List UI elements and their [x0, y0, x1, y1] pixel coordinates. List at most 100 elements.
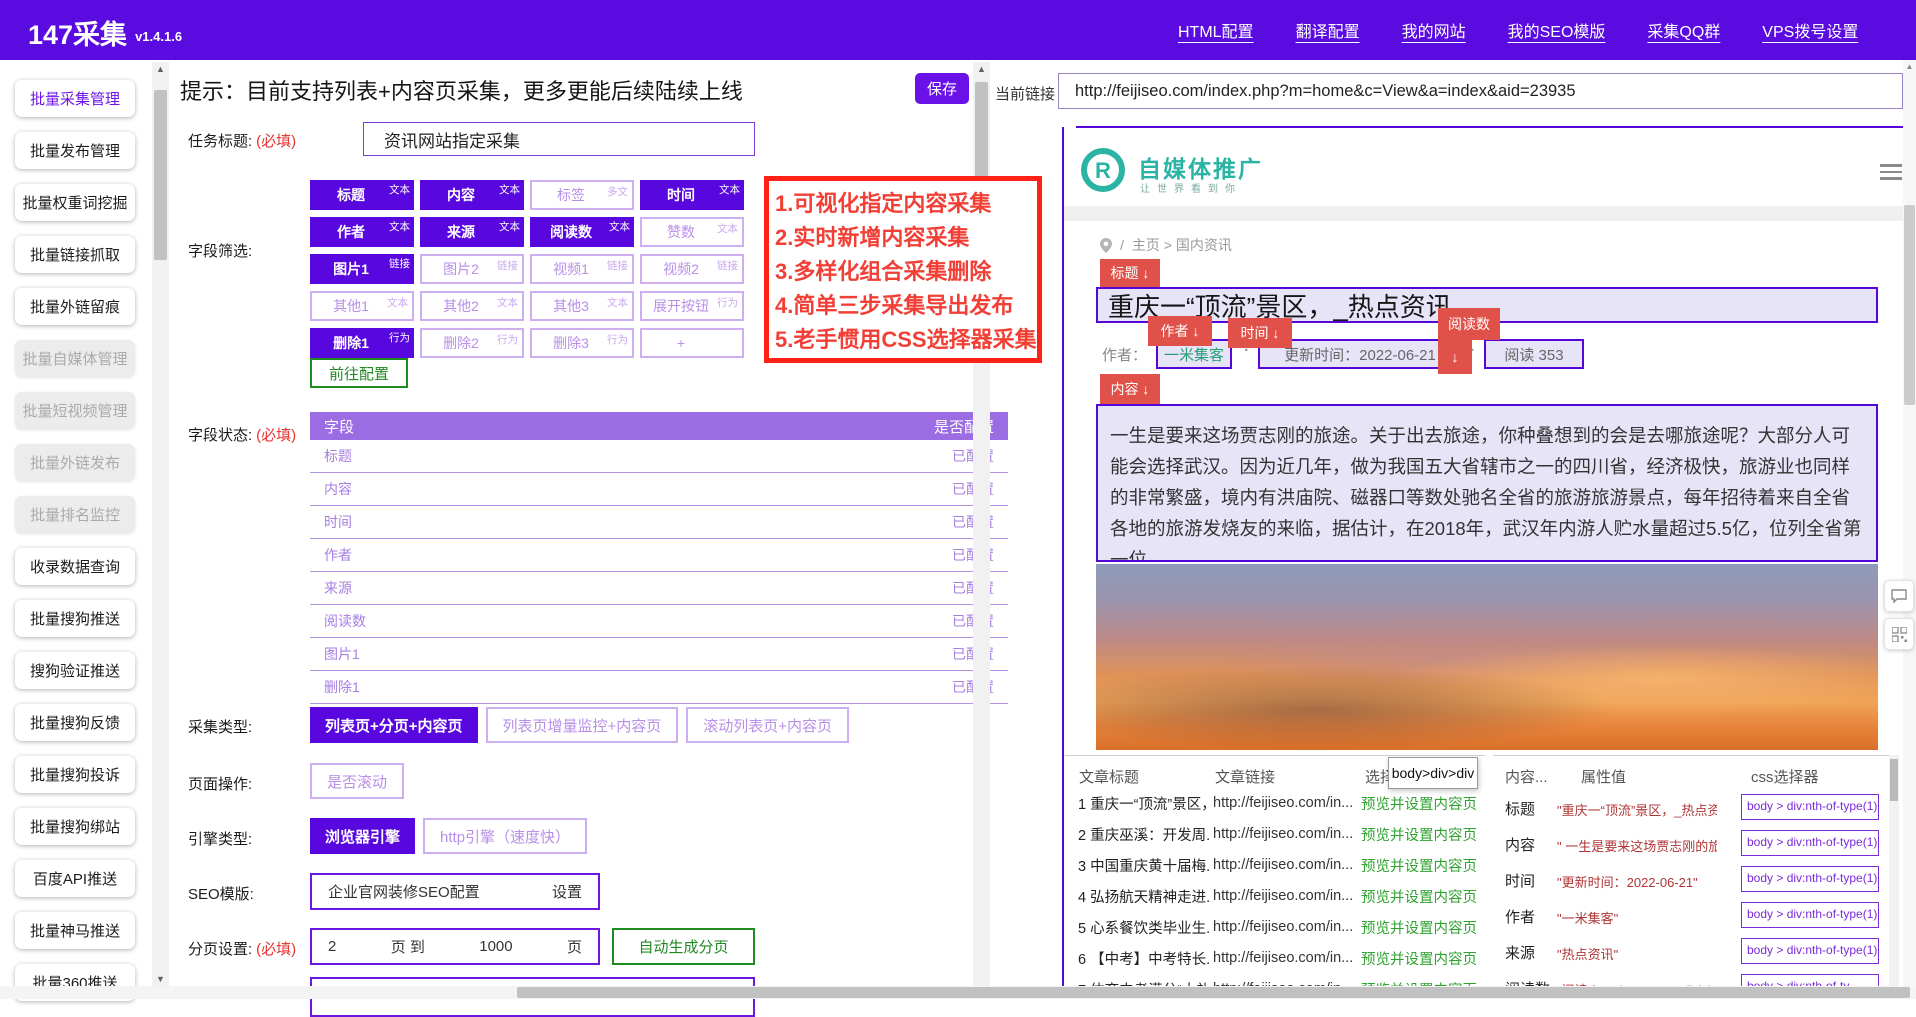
field-button-+[interactable]: +: [640, 328, 744, 358]
css-selector-box[interactable]: body > div:nth-of-type(1) > d...: [1741, 830, 1879, 856]
article-link-cell[interactable]: http://feijiseo.com/in...: [1213, 857, 1353, 873]
feedback-button[interactable]: [1884, 580, 1914, 612]
field-button-赞数[interactable]: 赞数文本: [640, 217, 744, 247]
title-field-tag[interactable]: 标题 ↓: [1100, 259, 1160, 287]
collect-type-option-0[interactable]: 列表页+分页+内容页: [310, 707, 478, 743]
sidebar-item-2[interactable]: 批量权重词挖掘: [15, 184, 135, 221]
goto-config-button[interactable]: 前往配置: [310, 358, 408, 388]
hamburger-menu-icon[interactable]: [1880, 164, 1902, 184]
nav-item-1[interactable]: 翻译配置: [1296, 18, 1360, 42]
sidebar-item-13[interactable]: 批量搜狗投诉: [15, 756, 135, 793]
article-link-cell[interactable]: http://feijiseo.com/in...: [1213, 919, 1353, 935]
qr-button[interactable]: [1884, 618, 1914, 650]
field-button-删除1[interactable]: 删除1行为: [310, 328, 414, 358]
sidebar-item-16[interactable]: 批量神马推送: [15, 912, 135, 949]
selector-panel-scrollbar[interactable]: [1889, 755, 1899, 999]
engine-option-1[interactable]: http引擎（速度快）: [423, 818, 587, 854]
sidebar-item-0[interactable]: 批量采集管理: [15, 80, 135, 117]
field-button-图片2[interactable]: 图片2链接: [420, 254, 524, 284]
scrollbar-thumb[interactable]: [154, 90, 167, 260]
css-selector-box[interactable]: body > div:nth-of-type(1) > d...: [1741, 866, 1879, 892]
scroll-up-icon[interactable]: ▲: [1903, 62, 1916, 71]
scrollbar-thumb[interactable]: [517, 987, 1910, 998]
preview-set-link[interactable]: 预览并设置内容页: [1361, 855, 1477, 876]
article-link-cell[interactable]: http://feijiseo.com/in...: [1213, 888, 1353, 904]
field-button-阅读数[interactable]: 阅读数文本: [530, 217, 634, 247]
nav-item-0[interactable]: HTML配置: [1178, 18, 1254, 42]
paging-to-value[interactable]: 1000: [479, 938, 512, 955]
nav-item-4[interactable]: 采集QQ群: [1647, 18, 1720, 42]
save-button[interactable]: 保存: [915, 73, 969, 104]
field-button-视频1[interactable]: 视频1链接: [530, 254, 634, 284]
article-link-cell[interactable]: http://feijiseo.com/in...: [1213, 795, 1353, 811]
sidebar-item-10[interactable]: 批量搜狗推送: [15, 600, 135, 637]
seo-settings-button[interactable]: 设置: [552, 881, 582, 902]
selector-field-name: 时间: [1505, 870, 1553, 891]
page-scrollbar[interactable]: ▲: [1903, 60, 1916, 986]
field-button-视频2[interactable]: 视频2链接: [640, 254, 744, 284]
scroll-up-icon[interactable]: ▲: [152, 62, 169, 76]
field-button-时间[interactable]: 时间文本: [640, 180, 744, 210]
sidebar-item-12[interactable]: 批量搜狗反馈: [15, 704, 135, 741]
field-button-标签[interactable]: 标签多文: [530, 180, 634, 210]
field-name: 删除1: [324, 677, 360, 697]
content-field-tag[interactable]: 内容 ↓: [1100, 374, 1160, 404]
main-panel-scrollbar[interactable]: ▲ ▼: [152, 62, 169, 986]
field-button-内容[interactable]: 内容文本: [420, 180, 524, 210]
time-field-tag[interactable]: 时间 ↓: [1228, 318, 1292, 348]
sidebar-item-3[interactable]: 批量链接抓取: [15, 236, 135, 273]
field-button-其他3[interactable]: 其他3文本: [530, 291, 634, 321]
field-button-作者[interactable]: 作者文本: [310, 217, 414, 247]
preview-set-link[interactable]: 预览并设置内容页: [1361, 948, 1477, 969]
reads-field-tag[interactable]: 阅读数: [1438, 308, 1500, 340]
css-selector-box[interactable]: body > div:nth-of-type(1) > d...: [1741, 938, 1879, 964]
seo-template-select[interactable]: 企业官网装修SEO配置 设置: [310, 873, 600, 910]
field-button-其他2[interactable]: 其他2文本: [420, 291, 524, 321]
nav-item-5[interactable]: VPS拨号设置: [1762, 18, 1858, 42]
field-button-其他1[interactable]: 其他1文本: [310, 291, 414, 321]
page-horizontal-scrollbar[interactable]: [0, 986, 1916, 999]
sidebar-item-9[interactable]: 收录数据查询: [15, 548, 135, 585]
author-field-tag[interactable]: 作者 ↓: [1148, 316, 1212, 346]
field-button-图片1[interactable]: 图片1链接: [310, 254, 414, 284]
page-op-option-0[interactable]: 是否滚动: [310, 763, 404, 799]
nav-item-3[interactable]: 我的SEO模版: [1508, 18, 1606, 42]
reads-field-tag-arrow[interactable]: ↓: [1438, 340, 1472, 374]
preview-set-link[interactable]: 预览并设置内容页: [1361, 824, 1477, 845]
sidebar-item-1[interactable]: 批量发布管理: [15, 132, 135, 169]
css-selector-box[interactable]: body > div:nth-of-type(1) > d...: [1741, 902, 1879, 928]
breadcrumb-path[interactable]: 主页 > 国内资讯: [1132, 235, 1232, 255]
scrollbar-thumb[interactable]: [1904, 205, 1915, 405]
scrollbar-thumb[interactable]: [1890, 759, 1898, 801]
sidebar-item-14[interactable]: 批量搜狗绑站: [15, 808, 135, 845]
field-button-删除2[interactable]: 删除2行为: [420, 328, 524, 358]
engine-option-0[interactable]: 浏览器引擎: [310, 818, 415, 854]
preview-set-link[interactable]: 预览并设置内容页: [1361, 793, 1477, 814]
collect-type-option-1[interactable]: 列表页增量监控+内容页: [486, 707, 679, 743]
auto-generate-paging-button[interactable]: 自动生成分页: [612, 928, 755, 965]
field-button-删除3[interactable]: 删除3行为: [530, 328, 634, 358]
scroll-down-icon[interactable]: ▼: [152, 972, 169, 986]
sidebar-item-15[interactable]: 百度API推送: [15, 860, 135, 897]
article-content: 一生是要来这场贾志刚的旅途。关于出去旅途，你种叠想到的会是去哪旅途呢？大部分人可…: [1096, 404, 1878, 562]
nav-item-2[interactable]: 我的网站: [1402, 18, 1466, 42]
scroll-up-icon[interactable]: ▲: [973, 62, 990, 76]
field-button-标题[interactable]: 标题文本: [310, 180, 414, 210]
task-title-input[interactable]: [363, 122, 755, 156]
paging-range-input[interactable]: 2 页 到 1000 页: [310, 928, 600, 965]
css-selector-box[interactable]: body > div:nth-of-type(1) > d...: [1741, 794, 1879, 820]
collect-type-option-2[interactable]: 滚动列表页+内容页: [686, 707, 849, 743]
preview-set-link[interactable]: 预览并设置内容页: [1361, 886, 1477, 907]
page-op-label: 页面操作:: [188, 773, 252, 794]
current-link-input[interactable]: http://feijiseo.com/index.php?m=home&c=V…: [1058, 73, 1903, 109]
article-link-cell[interactable]: http://feijiseo.com/in...: [1213, 826, 1353, 842]
paging-from-value[interactable]: 2: [328, 938, 336, 955]
field-status-rows: 标题已配置内容已配置时间已配置作者已配置来源已配置阅读数已配置图片1已配置删除1…: [310, 440, 1008, 704]
field-button-来源[interactable]: 来源文本: [420, 217, 524, 247]
sidebar-item-11[interactable]: 搜狗验证推送: [15, 652, 135, 689]
top-nav: HTML配置 翻译配置 我的网站 我的SEO模版 采集QQ群 VPS拨号设置: [1178, 0, 1858, 60]
field-button-展开按钮[interactable]: 展开按钮行为: [640, 291, 744, 321]
article-link-cell[interactable]: http://feijiseo.com/in...: [1213, 950, 1353, 966]
sidebar-item-4[interactable]: 批量外链留痕: [15, 288, 135, 325]
preview-set-link[interactable]: 预览并设置内容页: [1361, 917, 1477, 938]
